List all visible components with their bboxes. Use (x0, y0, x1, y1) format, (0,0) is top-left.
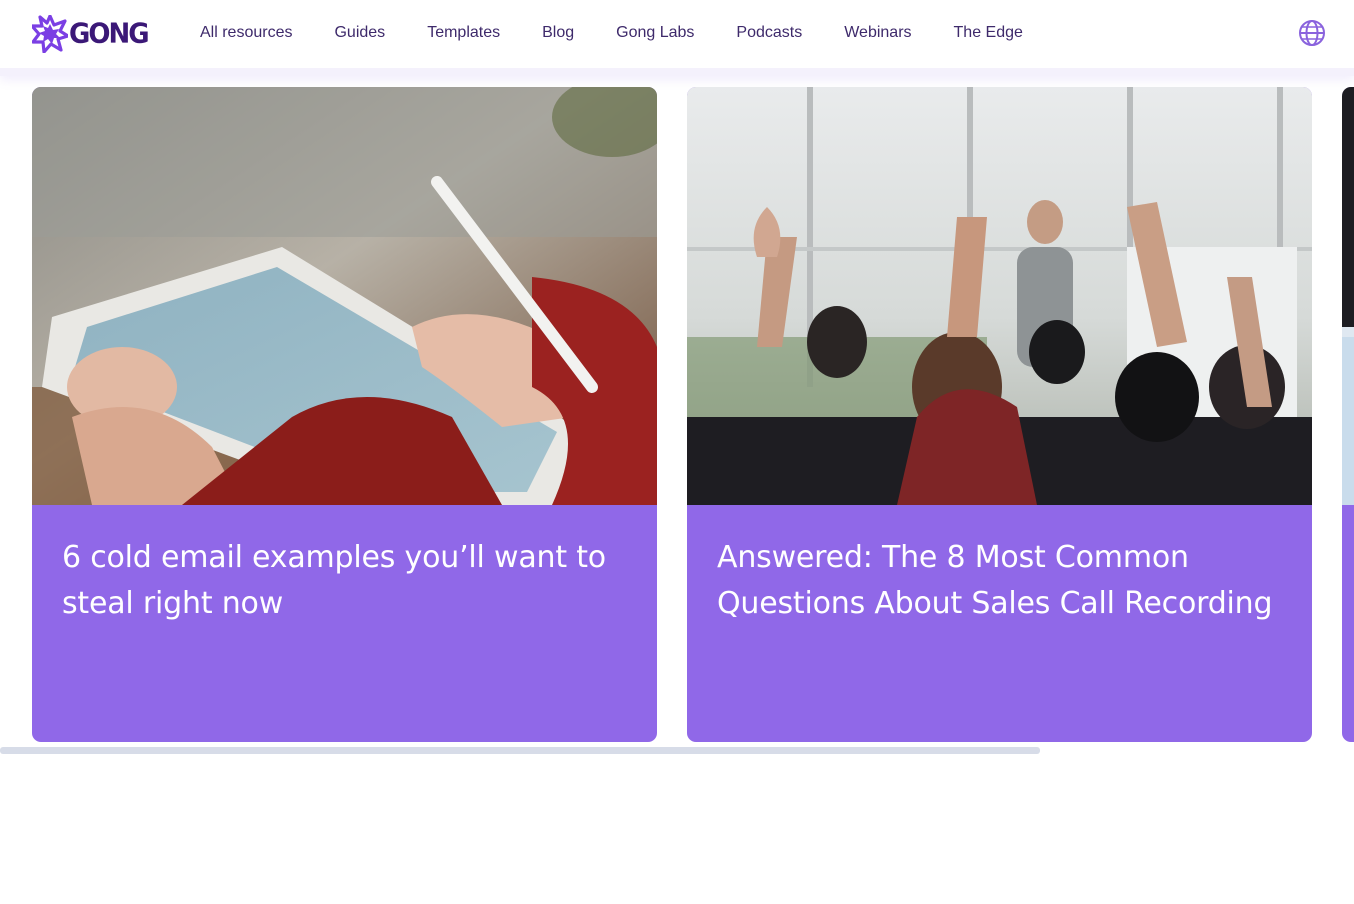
nav-gong-labs[interactable]: Gong Labs (616, 22, 694, 44)
card-title: 6 cold email examples you’ll want to ste… (62, 540, 606, 621)
nav-templates[interactable]: Templates (427, 22, 500, 44)
resource-card[interactable]: Answered: The 8 Most Common Questions Ab… (687, 87, 1312, 742)
nav-webinars[interactable]: Webinars (844, 22, 911, 44)
main-menu: All resources Guides Templates Blog Gong… (200, 22, 1065, 44)
globe-icon[interactable] (1298, 19, 1326, 47)
resource-card[interactable]: 6 cold email examples you’ll want to ste… (32, 87, 657, 742)
brand-name: GONG (69, 18, 150, 50)
nav-the-edge[interactable]: The Edge (954, 22, 1023, 44)
nav-blog[interactable]: Blog (542, 22, 574, 44)
resource-carousel: 6 cold email examples you’ll want to ste… (0, 87, 1354, 747)
hands-writing-on-tablet-photo (32, 87, 657, 505)
gong-starburst-icon (32, 15, 68, 53)
gong-logo[interactable]: GONG (32, 15, 150, 53)
nav-podcasts[interactable]: Podcasts (736, 22, 802, 44)
next-card-photo (1342, 87, 1354, 505)
audience-raising-hands-photo (687, 87, 1312, 505)
card-title: Answered: The 8 Most Common Questions Ab… (717, 540, 1273, 621)
carousel-scrollbar-thumb[interactable] (0, 747, 1040, 754)
top-navigation: GONG All resources Guides Templates Blog… (0, 0, 1354, 76)
next-resource-card-peek[interactable] (1342, 87, 1354, 742)
nav-guides[interactable]: Guides (334, 22, 385, 44)
nav-all-resources[interactable]: All resources (200, 22, 292, 44)
